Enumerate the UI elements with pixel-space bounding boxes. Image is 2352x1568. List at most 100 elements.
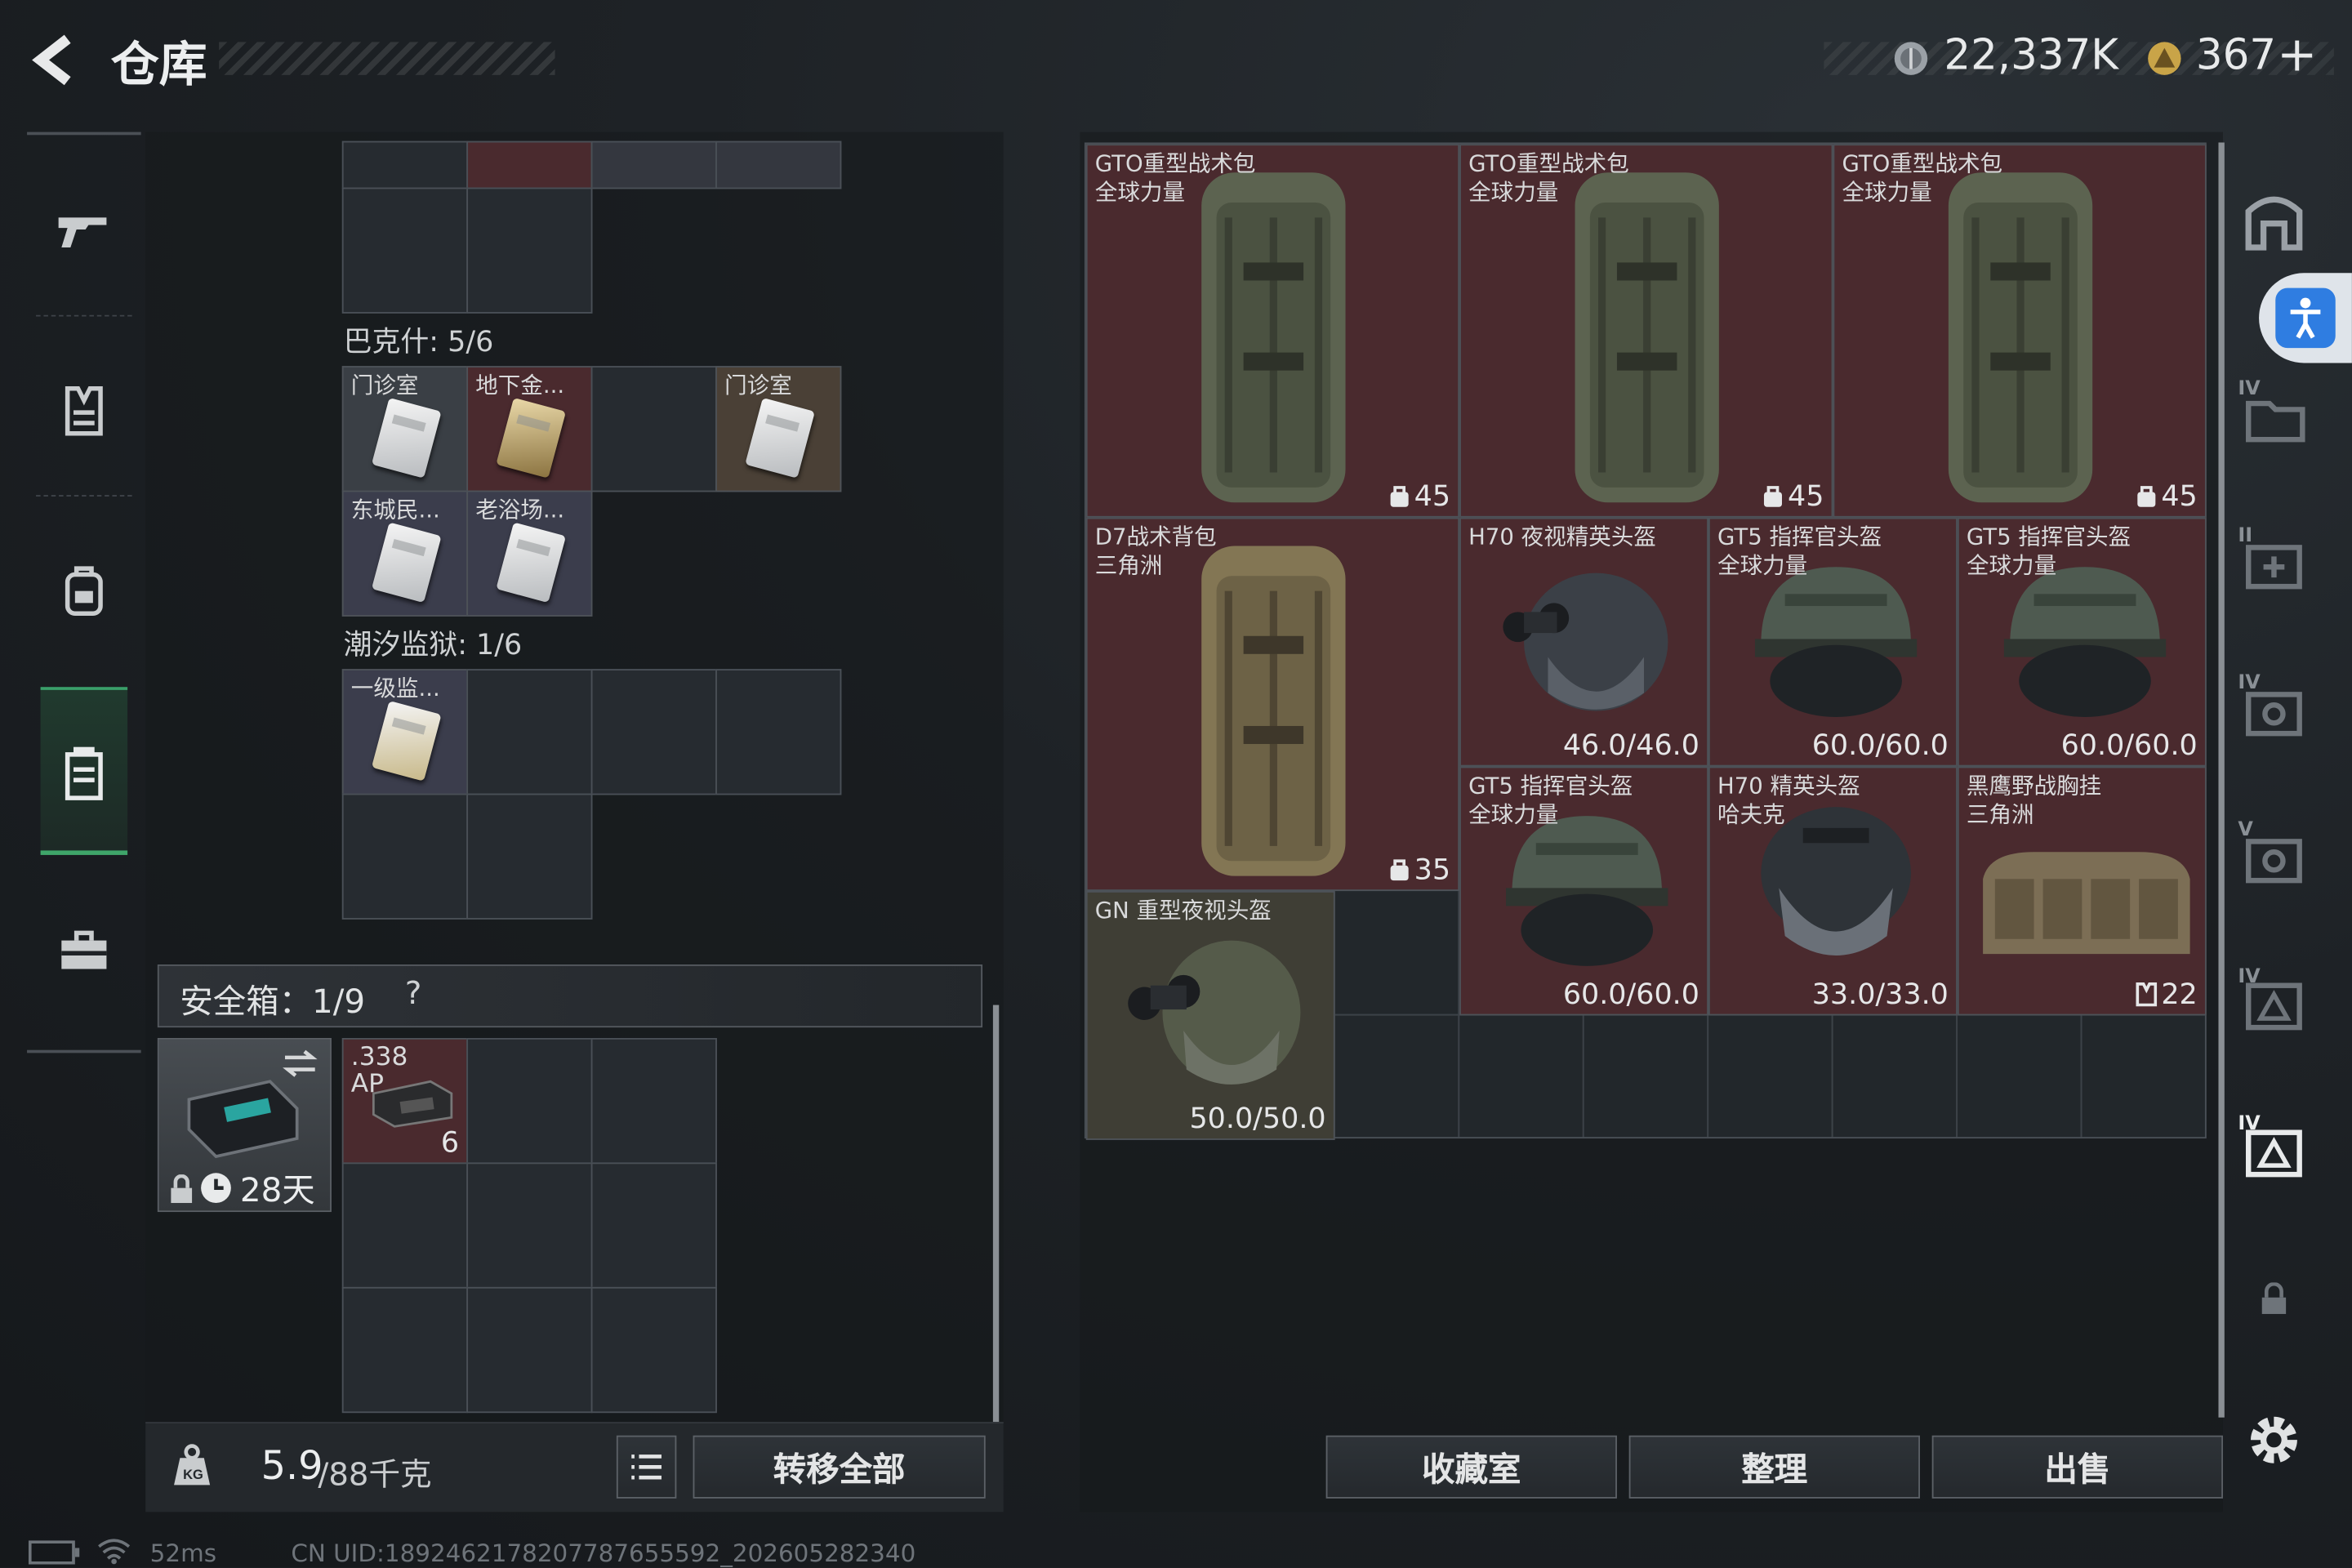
svg-text:KG: KG xyxy=(183,1467,203,1482)
key-card-item[interactable]: 老浴场... xyxy=(466,490,593,617)
sidebar-item-armor[interactable] xyxy=(45,372,123,451)
grid-cell[interactable] xyxy=(341,140,469,189)
grid-cell[interactable] xyxy=(590,366,717,492)
key-card-item[interactable]: 东城民... xyxy=(341,490,469,617)
stash-scrollbar[interactable] xyxy=(2218,142,2225,1418)
vest-capacity-icon xyxy=(2136,982,2157,1007)
battery-icon xyxy=(27,1539,81,1566)
grid-cell[interactable] xyxy=(341,1286,469,1414)
sidebar-item-weapon[interactable] xyxy=(45,192,123,270)
gear-icon xyxy=(2250,1416,2297,1463)
sidebar-item-backpack[interactable] xyxy=(45,552,123,630)
key-card-item[interactable]: 地下金... xyxy=(466,366,593,492)
key-card-item[interactable]: 门诊室 xyxy=(341,366,469,492)
grid-cell[interactable] xyxy=(466,1286,593,1414)
clock-icon xyxy=(198,1170,234,1206)
grid-cell[interactable] xyxy=(715,669,842,795)
grid-cell[interactable] xyxy=(590,140,717,189)
capacity-icon xyxy=(1390,486,1409,507)
grid-cell[interactable] xyxy=(341,793,469,920)
helmet-item[interactable]: GT5 指挥官头盔 全球力量 60.0/60.0 xyxy=(1459,766,1709,1016)
safebox-case-icon xyxy=(187,1080,299,1159)
settings-button[interactable] xyxy=(2238,1404,2310,1476)
currency-gold-value: 367 xyxy=(2195,29,2277,80)
sell-button[interactable]: 出售 xyxy=(1931,1435,2223,1499)
chest-rig-item[interactable]: 黑鹰野战胸挂 三角洲 22 xyxy=(1957,766,2207,1016)
left-panel-scrollbar[interactable] xyxy=(992,1004,1000,1423)
commander-helmet-image xyxy=(2003,567,2167,717)
weight-icon: KG xyxy=(168,1440,216,1490)
stash-tab-main[interactable] xyxy=(2238,183,2310,255)
backpack-item[interactable]: GTO重型战术包 全球力量 45 xyxy=(1085,144,1460,518)
grid-cell[interactable] xyxy=(590,1162,717,1289)
backpack-item[interactable]: GTO重型战术包 全球力量 45 xyxy=(1459,144,1833,518)
sort-button[interactable]: 整理 xyxy=(1628,1435,1920,1499)
swap-icon[interactable] xyxy=(279,1045,321,1081)
grid-cell[interactable] xyxy=(341,1162,469,1289)
group-label-bakesh: 巴克什: 5/6 xyxy=(343,325,494,359)
weight-value: 5.9 xyxy=(261,1444,323,1490)
add-currency-button[interactable]: + xyxy=(2277,25,2317,82)
helmet-item[interactable]: GT5 指挥官头盔 全球力量 60.0/60.0 xyxy=(1708,517,1958,767)
grid-cell[interactable] xyxy=(590,1037,717,1165)
grid-cell[interactable] xyxy=(466,140,593,189)
silver-coin-icon xyxy=(1891,39,1931,78)
stash-tab-iv-3[interactable]: IV xyxy=(2238,966,2310,1038)
currency-silver-value: 22,337K xyxy=(1944,29,2119,80)
sidebar-item-briefcase[interactable] xyxy=(45,912,123,991)
page-title: 仓库 xyxy=(110,36,207,93)
group-label-tide-prison: 潮汐监狱: 1/6 xyxy=(343,628,523,662)
backpack-icon xyxy=(65,566,103,616)
wifi-icon xyxy=(96,1536,132,1566)
lock-icon xyxy=(168,1173,195,1205)
key-card-item[interactable]: 门诊室 xyxy=(715,366,842,492)
warehouse-icon xyxy=(2245,196,2303,251)
backpack-item[interactable]: GTO重型战术包 全球力量 45 xyxy=(1833,144,2207,518)
capacity-icon xyxy=(2136,486,2155,507)
grid-cell[interactable] xyxy=(466,187,593,314)
stash-tab-v[interactable]: V xyxy=(2238,819,2310,891)
list-view-button[interactable] xyxy=(616,1435,677,1499)
key-card-item[interactable]: 一级监... xyxy=(341,669,469,795)
gold-coin-icon xyxy=(2145,39,2184,78)
safebox-help-button[interactable]: ? xyxy=(405,975,421,1011)
back-button[interactable] xyxy=(24,30,83,90)
transfer-all-button[interactable]: 转移全部 xyxy=(693,1435,986,1499)
weight-capacity: /88千克 xyxy=(318,1456,432,1493)
list-icon xyxy=(631,1454,662,1480)
nvg-helmet-image xyxy=(1503,572,1668,711)
capacity-icon xyxy=(1390,859,1409,881)
backpack-image xyxy=(1201,172,1346,503)
sidebar-divider xyxy=(36,314,132,317)
sidebar-divider xyxy=(36,495,132,497)
stash-tab-ii[interactable]: II xyxy=(2238,525,2310,597)
chest-rig-image xyxy=(1983,852,2190,955)
locked-tab[interactable] xyxy=(2238,1263,2310,1335)
grid-cell[interactable] xyxy=(466,1162,593,1289)
grid-cell[interactable] xyxy=(715,140,842,189)
stash-tab-iv-active[interactable]: IV xyxy=(2238,1113,2310,1185)
accessibility-button[interactable] xyxy=(2259,273,2352,363)
stash-tab-iv-2[interactable]: IV xyxy=(2238,672,2310,744)
helmet-item[interactable]: GT5 指挥官头盔 全球力量 60.0/60.0 xyxy=(1957,517,2207,767)
grid-cell[interactable] xyxy=(466,1037,593,1165)
back-arrow-icon xyxy=(32,34,71,86)
helmet-item[interactable]: H70 夜视精英头盔 46.0/46.0 xyxy=(1459,517,1709,767)
helmet-item[interactable]: GN 重型夜视头盔 50.0/50.0 xyxy=(1085,890,1335,1140)
gun-icon xyxy=(58,217,107,248)
ammo-item[interactable]: .338 AP 6 xyxy=(341,1037,469,1165)
grid-cell[interactable] xyxy=(590,1286,717,1414)
safebox-label: 安全箱：1/9 xyxy=(180,983,366,1022)
backpack-image xyxy=(1948,172,2093,503)
lock-icon xyxy=(2261,1282,2287,1314)
grid-cell[interactable] xyxy=(466,669,593,795)
collection-room-button[interactable]: 收藏室 xyxy=(1325,1435,1617,1499)
grid-cell[interactable] xyxy=(590,669,717,795)
title-stripe xyxy=(219,42,555,75)
grid-cell[interactable] xyxy=(341,187,469,314)
helmet-item[interactable]: H70 精英头盔 哈夫克 33.0/33.0 xyxy=(1708,766,1958,1016)
vest-icon xyxy=(65,385,103,436)
grid-cell[interactable] xyxy=(466,793,593,920)
backpack-item[interactable]: D7战术背包 三角洲 35 xyxy=(1085,517,1460,891)
stash-tab-iv[interactable]: IV xyxy=(2238,378,2310,450)
